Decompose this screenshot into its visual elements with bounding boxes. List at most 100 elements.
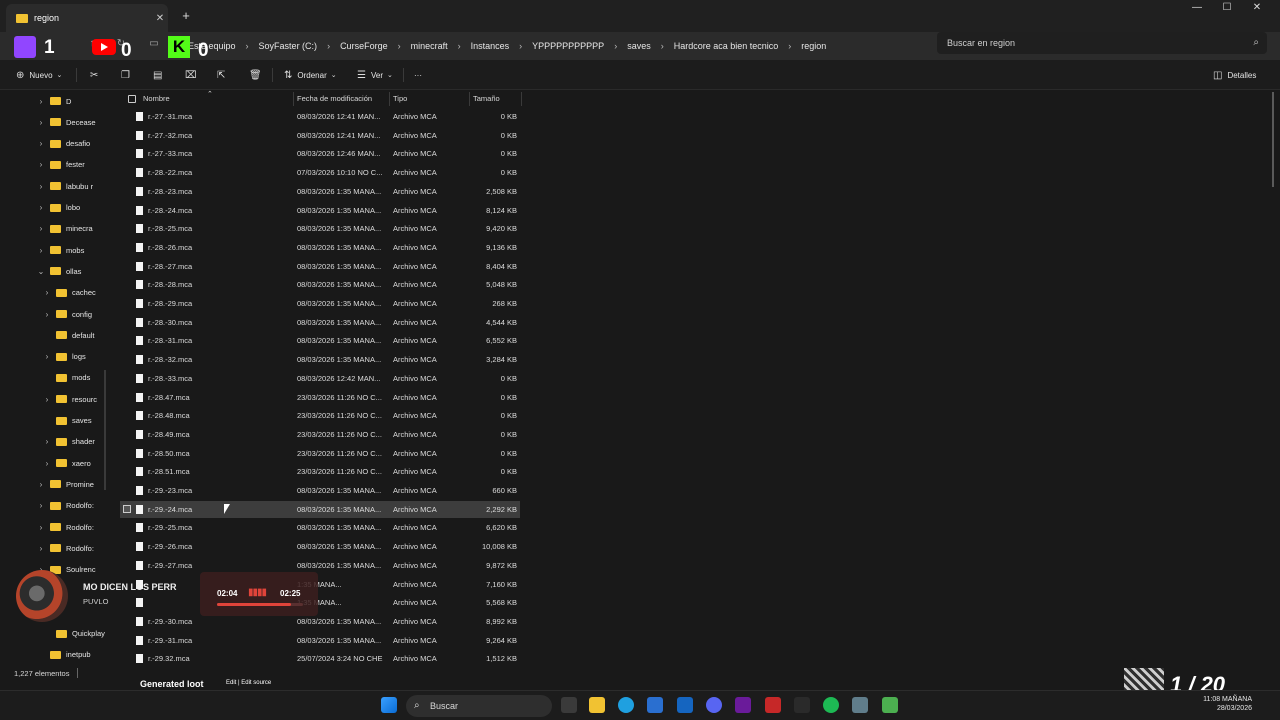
file-type: Archivo MCA xyxy=(393,242,437,252)
file-row[interactable]: r.-29.-26.mca 08/03/2026 1:35 MANA... Arch… xyxy=(120,538,520,555)
tab-close-button[interactable]: ✕ xyxy=(152,13,168,24)
maximize-button[interactable]: ☐ xyxy=(1212,2,1242,20)
file-row[interactable]: r.-29.-23.mca 08/03/2026 1:35 MANA... Arch… xyxy=(120,482,520,499)
file-row[interactable]: r.-28.48.mca 23/03/2026 11:26 NO C... Arch… xyxy=(120,407,520,424)
file-row[interactable]: r.-28.-27.mca 08/03/2026 1:35 MANA... Arch… xyxy=(120,258,520,275)
file-size: 0 KB xyxy=(500,467,517,477)
chevron-right-icon[interactable]: › xyxy=(36,97,46,106)
task-view-icon[interactable] xyxy=(561,697,577,713)
breadcrumb-item[interactable]: region xyxy=(797,41,830,51)
column-header-size[interactable]: Tamaño xyxy=(473,94,500,103)
sort-button[interactable]: ⇅ Ordenar ⌄ xyxy=(284,67,342,83)
discord-icon[interactable] xyxy=(706,697,722,713)
file-row[interactable]: r.-28.-28.mca 08/03/2026 1:35 MANA... Arch… xyxy=(120,276,520,293)
file-row[interactable]: r.-29.-24.mca 08/03/2026 1:35 MANA... Arch… xyxy=(120,500,520,518)
file-row[interactable]: r.-29.-31.mca 08/03/2026 1:35 MANA... Arch… xyxy=(120,632,520,649)
file-type: Archivo MCA xyxy=(393,579,437,589)
breadcrumb-item[interactable]: Hardcore aca bien tecnico xyxy=(670,41,783,51)
windows-start-icon[interactable] xyxy=(381,697,397,713)
share-icon[interactable]: ⇱ xyxy=(217,67,230,83)
chevron-right-icon: › xyxy=(788,41,792,51)
file-icon xyxy=(136,186,143,196)
file-row[interactable]: r.-28.-24.mca 08/03/2026 1:35 MANA... Arch… xyxy=(120,202,520,219)
file-row[interactable]: r.-28.-23.mca 08/03/2026 1:35 MANA... Arch… xyxy=(120,183,520,200)
new-tab-button[interactable]: + xyxy=(178,8,194,24)
file-explorer-icon[interactable] xyxy=(589,697,605,713)
column-header-modified[interactable]: Fecha de modificación xyxy=(297,94,372,103)
file-type: Archivo MCA xyxy=(393,616,437,626)
details-button[interactable]: ◫ Detalles xyxy=(1213,67,1256,83)
paste-icon[interactable]: ▤ xyxy=(153,67,167,83)
breadcrumb-item[interactable]: CurseForge xyxy=(336,41,392,51)
file-row[interactable]: r.-28.49.mca 23/03/2026 11:26 NO C... Arch… xyxy=(120,426,520,443)
spotify-icon[interactable] xyxy=(823,697,839,713)
file-icon xyxy=(136,635,143,645)
file-name: r.-27.-32.mca xyxy=(148,130,193,140)
settings-icon[interactable] xyxy=(852,697,868,713)
file-modified: 23/03/2026 11:26 NO C... xyxy=(297,411,382,421)
breadcrumb-item[interactable]: saves xyxy=(623,41,655,51)
file-row[interactable]: r.-28.-32.mca 08/03/2026 1:35 MANA... Arch… xyxy=(120,351,520,368)
file-icon xyxy=(136,299,143,308)
file-row[interactable]: r.-27.-32.mca 08/03/2026 12:41 MAN... Arch… xyxy=(120,127,520,144)
breadcrumb-item[interactable]: Instances xyxy=(467,41,514,51)
edge-icon[interactable] xyxy=(618,697,634,713)
store-icon[interactable] xyxy=(647,697,663,713)
new-button[interactable]: ⊕ Nuevo ⌄ xyxy=(16,67,67,83)
select-all-checkbox[interactable] xyxy=(128,95,136,103)
column-header-type[interactable]: Tipo xyxy=(393,94,407,103)
breadcrumb-item[interactable]: minecraft xyxy=(407,41,452,51)
breadcrumb-item[interactable]: Este equipo xyxy=(184,41,240,51)
file-row[interactable]: r.-28.-31.mca 08/03/2026 1:35 MANA... Arch… xyxy=(120,332,520,349)
file-row[interactable]: r.-28.-25.mca 08/03/2026 1:35 MANA... Arch… xyxy=(120,220,520,237)
file-row[interactable]: r.-28.-29.mca 08/03/2026 1:35 MANA... Arch… xyxy=(120,295,520,312)
column-divider[interactable] xyxy=(469,92,470,106)
minecraft-icon[interactable] xyxy=(882,697,898,713)
search-input[interactable]: Buscar en region ⌕ xyxy=(937,32,1267,54)
column-divider[interactable] xyxy=(389,92,390,106)
file-row[interactable]: r.-28.47.mca 23/03/2026 11:26 NO C... Arch… xyxy=(120,389,520,406)
file-type: Archivo MCA xyxy=(393,299,437,308)
rename-icon[interactable]: ⌧ xyxy=(185,67,202,83)
cut-icon[interactable]: ✂ xyxy=(90,67,103,83)
row-checkbox[interactable] xyxy=(123,504,131,513)
close-window-button[interactable]: ✕ xyxy=(1242,2,1272,20)
taskbar-search[interactable]: ⌕ Buscar xyxy=(406,695,552,717)
file-icon xyxy=(136,373,143,383)
app-icon[interactable] xyxy=(765,697,781,713)
file-row[interactable]: r.-29.-25.mca 08/03/2026 1:35 MANA... Arch… xyxy=(120,519,520,536)
file-row[interactable]: r.-27.-33.mca 08/03/2026 12:46 MAN... Arch… xyxy=(120,145,520,162)
column-header-name[interactable]: Nombre xyxy=(143,94,170,103)
system-clock[interactable]: 11:08 MAÑANA 28/03/2026 xyxy=(1192,695,1252,713)
file-size: 0 KB xyxy=(500,411,517,421)
file-size: 0 KB xyxy=(500,112,517,121)
view-button[interactable]: ☰ Ver ⌄ xyxy=(357,67,398,83)
minimize-button[interactable]: — xyxy=(1182,2,1212,20)
monitor-icon[interactable]: ▭ xyxy=(146,38,162,54)
file-row[interactable]: r.-28.51.mca 23/03/2026 11:26 NO C... Arch… xyxy=(120,463,520,480)
more-options-button[interactable]: ··· xyxy=(414,67,422,83)
file-row[interactable]: r.-28.-30.mca 08/03/2026 1:35 MANA... Arch… xyxy=(120,314,520,331)
file-type: Archivo MCA xyxy=(393,542,437,552)
youtube-count: 0 xyxy=(121,40,132,61)
file-row[interactable]: r.-28.-33.mca 08/03/2026 12:42 MAN... Arch… xyxy=(120,370,520,387)
tab-region[interactable]: region ✕ xyxy=(6,4,168,32)
outlook-icon[interactable] xyxy=(677,697,693,713)
sidebar-item-label: D xyxy=(66,96,72,106)
x-icon[interactable] xyxy=(794,697,810,713)
file-row[interactable]: r.-28.-26.mca 08/03/2026 1:35 MANA... Arch… xyxy=(120,239,520,256)
file-row[interactable]: r.-28.-22.mca 07/03/2026 10:10 NO C... Arc… xyxy=(120,164,520,181)
file-name: r.-28.50.mca xyxy=(148,448,190,458)
breadcrumb-item[interactable]: YPPPPPPPPPPP xyxy=(528,41,608,51)
file-row[interactable]: r.-27.-31.mca 08/03/2026 12:41 MAN... Arch… xyxy=(120,108,520,125)
file-row[interactable]: r.-28.50.mca 23/03/2026 11:26 NO C... Arch… xyxy=(120,445,520,462)
delete-icon[interactable]: 🗑 xyxy=(249,67,267,83)
copy-icon[interactable]: ❐ xyxy=(121,67,135,83)
nzxt-icon[interactable] xyxy=(735,697,751,713)
file-list-scrollbar[interactable] xyxy=(1272,92,1274,187)
breadcrumb-item[interactable]: SoyFaster (C:) xyxy=(255,41,322,51)
column-divider[interactable] xyxy=(521,92,522,106)
column-divider[interactable] xyxy=(293,92,294,106)
twitch-count: 1 xyxy=(44,37,55,58)
sidebar-item[interactable]: › D xyxy=(36,93,72,109)
